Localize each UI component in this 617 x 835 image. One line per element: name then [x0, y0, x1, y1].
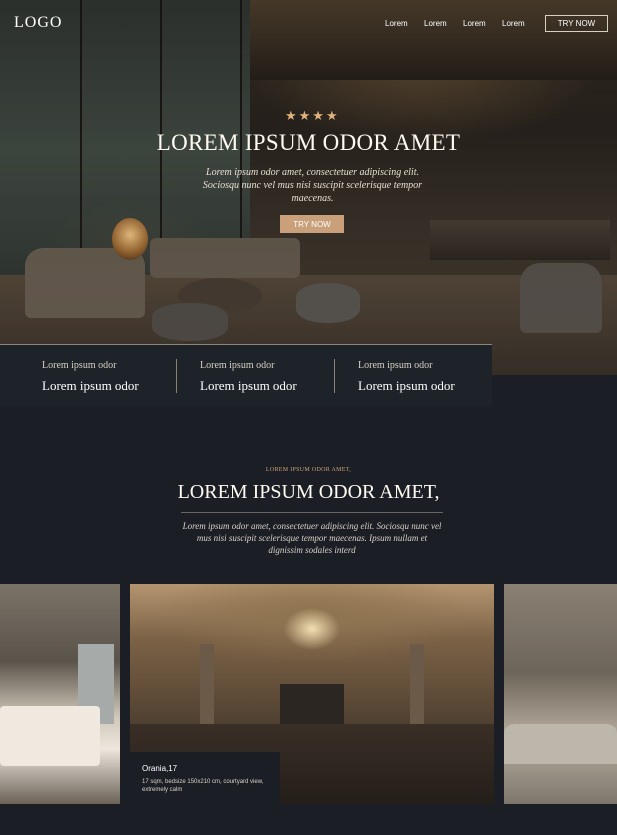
section-body: Lorem ipsum odor amet, consectetuer adip… — [182, 521, 442, 555]
stat-item: Lorem ipsum odor Lorem ipsum odor — [0, 345, 176, 407]
room-description: 17 sqm, bedsize 150x210 cm, courtyard vi… — [142, 779, 264, 793]
nav-link-4[interactable]: Lorem — [502, 19, 525, 28]
nav-link-3[interactable]: Lorem — [463, 19, 486, 28]
stat-divider — [176, 359, 177, 393]
section-title: LOREM IPSUM ODOR AMET, — [177, 481, 440, 503]
nav-link-2[interactable]: Lorem — [424, 19, 447, 28]
room-name: Orania,17 — [142, 764, 178, 773]
site-logo[interactable]: LOGO — [14, 14, 62, 32]
main-nav: Lorem Lorem Lorem Lorem — [385, 19, 525, 28]
star-rating: ★★★★ — [285, 108, 340, 123]
hero-subtitle: Lorem ipsum odor amet, consectetuer adip… — [202, 167, 423, 204]
stat-item: Lorem ipsum odor Lorem ipsum odor — [334, 345, 492, 407]
section-kicker: LOREM IPSUM ODOR AMET, — [265, 467, 352, 473]
gallery-card-bedroom[interactable] — [0, 584, 120, 804]
stat-value: Lorem ipsum odor — [200, 378, 297, 393]
stat-divider — [334, 359, 335, 393]
hero-title: LOREM IPSUM ODOR AMET — [156, 130, 461, 155]
stats-bar: Lorem ipsum odor Lorem ipsum odor Lorem … — [0, 344, 492, 407]
stat-label: Lorem ipsum odor — [200, 360, 275, 371]
ballroom-stage — [280, 684, 344, 724]
nav-link-1[interactable]: Lorem — [385, 19, 408, 28]
stat-label: Lorem ipsum odor — [358, 360, 433, 371]
hero-try-now-button[interactable]: TRY NOW — [280, 215, 344, 233]
gallery-card-lounge[interactable] — [504, 584, 617, 804]
stat-label: Lorem ipsum odor — [42, 360, 117, 371]
section-divider — [181, 512, 443, 513]
bedroom-bed — [0, 706, 100, 766]
gallery-caption: Orania,17 17 sqm, bedsize 150x210 cm, co… — [130, 752, 280, 804]
stat-item: Lorem ipsum odor Lorem ipsum odor — [176, 345, 334, 407]
stat-value: Lorem ipsum odor — [42, 378, 139, 393]
lounge-banquette — [504, 724, 617, 764]
gallery-card-ballroom[interactable]: Orania,17 17 sqm, bedsize 150x210 cm, co… — [130, 584, 494, 804]
header-try-now-button[interactable]: TRY NOW — [545, 15, 608, 32]
stat-value: Lorem ipsum odor — [358, 378, 455, 393]
